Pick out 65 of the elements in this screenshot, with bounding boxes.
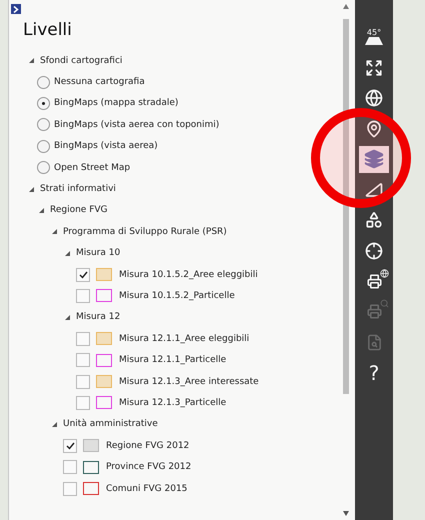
shapes-icon [365,211,383,230]
expanded-triangle-icon[interactable] [63,312,72,322]
tree-group-label[interactable]: Misura 10 [76,248,120,258]
layer-label[interactable]: Misura 10.1.5.2_Aree eleggibili [119,270,258,280]
layers-icon [364,149,384,170]
scroll-down-icon[interactable] [343,511,349,516]
crosshair-icon [365,242,383,260]
radio-button[interactable] [37,118,50,132]
tree-group-label[interactable]: Sfondi cartografici [40,56,122,66]
layer-checkbox[interactable] [63,482,77,496]
layer-checkbox[interactable] [76,374,90,389]
tree-group-label[interactable]: Programma di Sviluppo Rurale (PSR) [63,226,227,237]
map-pin-icon [365,120,383,138]
collapse-panel-button[interactable] [11,4,21,14]
globe-icon [365,89,383,108]
layer-checkbox[interactable] [76,353,90,368]
search-icon [380,299,388,308]
scrollbar-thumb[interactable] [343,19,349,394]
layer-label[interactable]: Province FVG 2012 [106,462,192,472]
basemap-option-label[interactable]: BingMaps (vista aerea con toponimi) [54,120,220,130]
layers-button[interactable] [359,146,389,172]
checkmark-icon [66,442,74,450]
panel-title: Livelli [23,20,73,40]
radio-button[interactable] [37,161,50,174]
layer-checkbox[interactable] [63,438,77,453]
trapezoid-icon [365,37,383,46]
layer-label[interactable]: Misura 12.1.3_Particelle [119,398,226,408]
scroll-up-icon[interactable] [343,4,349,9]
layer-label[interactable]: Comuni FVG 2015 [106,484,188,494]
checkmark-icon [78,270,88,279]
triangle-ruler-icon [365,180,383,199]
layer-label[interactable]: Misura 12.1.1_Aree eleggibili [119,334,250,344]
expanded-triangle-icon[interactable] [63,248,72,258]
layer-label[interactable]: Misura 12.1.1_Particelle [119,355,226,366]
expanded-triangle-icon[interactable] [50,420,59,429]
expanded-triangle-icon[interactable] [37,206,46,215]
basemap-option-label[interactable]: BingMaps (vista aerea) [54,141,158,152]
basemap-option-label[interactable]: BingMaps (mappa stradale) [54,98,178,108]
layer-checkbox[interactable] [76,332,90,346]
tree-group-label[interactable]: Unità amministrative [63,419,158,430]
layer-checkbox[interactable] [76,268,90,282]
expand-arrows-icon [365,58,383,77]
basemap-option-label[interactable]: Open Street Map [54,162,130,173]
printer-icon [366,304,382,320]
tree-group-label[interactable]: Misura 12 [76,312,120,322]
globe-icon [380,268,388,278]
layer-checkbox[interactable] [76,396,90,410]
basemap-option-label[interactable]: Nessuna cartografia [54,77,145,88]
expanded-triangle-icon[interactable] [50,227,59,236]
expanded-triangle-icon[interactable] [27,56,36,66]
radio-button[interactable] [37,96,50,110]
radio-button[interactable] [37,140,50,153]
printer-icon [366,274,382,289]
layer-checkbox[interactable] [76,288,90,303]
tree-group-label[interactable]: Regione FVG [50,205,108,216]
layer-label[interactable]: Misura 10.1.5.2_Particelle [119,290,235,301]
tree-group-label[interactable]: Strati informativi [40,184,116,194]
tilt-view-button[interactable]: 45° [359,24,389,50]
layer-label[interactable]: Regione FVG 2012 [106,440,190,451]
document-search-icon [366,334,382,351]
help-button[interactable]: ? [359,360,389,386]
layer-checkbox[interactable] [63,460,77,474]
radio-button[interactable] [37,76,50,89]
expanded-triangle-icon[interactable] [27,184,36,194]
layer-label[interactable]: Misura 12.1.3_Aree interessate [119,376,259,387]
